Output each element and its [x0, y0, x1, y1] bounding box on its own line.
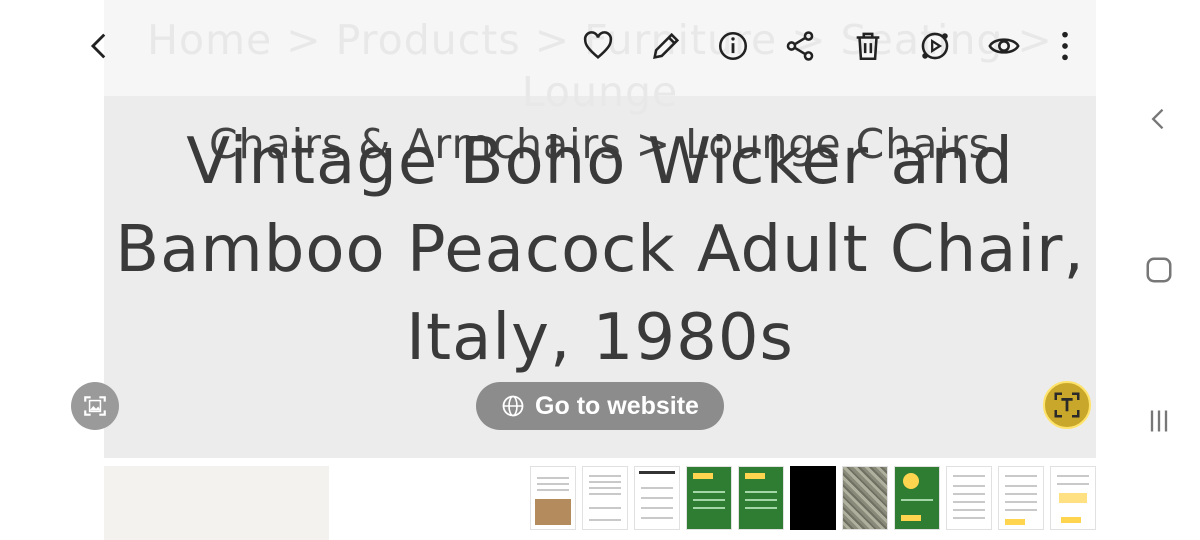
back-arrow-icon[interactable] [80, 26, 120, 66]
thumbnail-strip [530, 466, 1096, 530]
product-title-line-3: Italy, 1980s [406, 301, 794, 375]
thumbnail-item[interactable] [790, 466, 836, 530]
product-title: Vintage Boho Wicker and Bamboo Peacock A… [104, 118, 1096, 382]
extract-text-button[interactable] [1043, 381, 1091, 429]
thumbnail-item[interactable] [738, 466, 784, 530]
go-to-website-button[interactable]: Go to website [476, 382, 724, 430]
thumbnail-item[interactable] [686, 466, 732, 530]
thumbnail-item[interactable] [1050, 466, 1096, 530]
thumbnail-item[interactable] [634, 466, 680, 530]
info-icon[interactable] [713, 26, 753, 66]
nav-recents-icon[interactable] [1140, 402, 1178, 440]
nav-back-icon[interactable] [1140, 100, 1178, 138]
top-toolbar [0, 0, 1200, 96]
share-icon[interactable] [780, 26, 820, 66]
image-search-icon [84, 396, 106, 416]
extract-text-icon [1054, 392, 1080, 418]
remaster-icon[interactable] [915, 26, 955, 66]
previous-image-preview[interactable] [104, 466, 329, 540]
thumbnail-item[interactable] [530, 466, 576, 530]
go-to-website-label: Go to website [535, 391, 699, 420]
globe-icon [502, 395, 524, 417]
image-search-button[interactable] [71, 382, 119, 430]
eye-icon[interactable] [984, 26, 1024, 66]
thumbnail-item[interactable] [946, 466, 992, 530]
product-title-line-2: Bamboo Peacock Adult Chair, [115, 213, 1085, 287]
thumbnail-item[interactable] [842, 466, 888, 530]
heart-icon[interactable] [578, 26, 618, 66]
thumbnail-item[interactable] [998, 466, 1044, 530]
product-title-line-1: Vintage Boho Wicker and [186, 125, 1014, 199]
trash-icon[interactable] [848, 26, 888, 66]
thumbnail-item[interactable] [582, 466, 628, 530]
thumbnail-item[interactable] [894, 466, 940, 530]
more-vertical-icon[interactable] [1045, 26, 1085, 66]
edit-pencil-icon[interactable] [646, 26, 686, 66]
nav-home-icon[interactable] [1140, 251, 1178, 289]
